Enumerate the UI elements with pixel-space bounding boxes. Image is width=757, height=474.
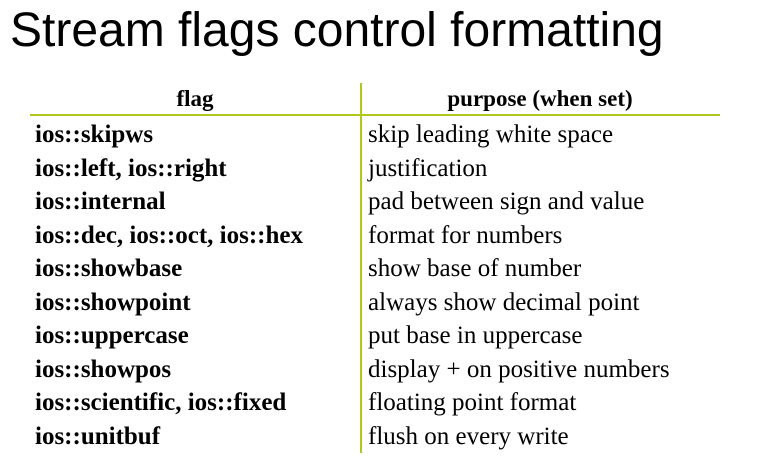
purpose-cell: pad between sign and value (368, 188, 645, 215)
purpose-cell: show base of number (368, 255, 582, 282)
table-header-row: flag purpose (when set) (30, 83, 720, 114)
flag-cell: ios::dec, ios::oct, ios::hex (35, 221, 303, 249)
table-row: ios::showbase show base of number (30, 252, 720, 286)
table-row: ios::unitbuf flush on every write (30, 420, 720, 454)
header-divider (30, 114, 720, 116)
table-row: ios::showpos display + on positive numbe… (30, 353, 720, 387)
flag-cell: ios::uppercase (35, 322, 189, 349)
purpose-cell: flush on every write (368, 422, 569, 450)
purpose-cell: justification (368, 154, 488, 182)
table-row: ios::scientific, ios::fixed floating poi… (30, 386, 720, 420)
table-row: ios::dec, ios::oct, ios::hex format for … (30, 219, 720, 253)
purpose-cell: floating point format (368, 389, 577, 416)
flag-cell: ios::left, ios::right (35, 154, 227, 182)
table-row: ios::internal pad between sign and value (30, 185, 720, 219)
header-flag: flag (176, 86, 214, 111)
flag-cell: ios::skipws (35, 121, 154, 148)
flags-table: flag purpose (when set) ios::skipws skip… (30, 83, 720, 453)
flag-cell: ios::scientific, ios::fixed (35, 389, 287, 416)
purpose-cell: skip leading white space (368, 121, 614, 148)
table-row: ios::skipws skip leading white space (30, 118, 720, 152)
table-row: ios::uppercase put base in uppercase (30, 319, 720, 353)
purpose-cell: put base in uppercase (368, 322, 583, 349)
table-body: ios::skipws skip leading white space ios… (30, 118, 720, 453)
table-row: ios::left, ios::right justification (30, 152, 720, 186)
header-purpose: purpose (when set) (447, 86, 633, 111)
flag-cell: ios::showbase (35, 255, 183, 282)
purpose-cell: format for numbers (368, 221, 563, 249)
flag-cell: ios::showpos (35, 355, 172, 383)
flag-cell: ios::showpoint (35, 288, 191, 316)
flag-cell: ios::unitbuf (35, 422, 161, 450)
slide-title: Stream flags control formatting (10, 4, 664, 57)
purpose-cell: always show decimal point (368, 288, 640, 316)
flag-cell: ios::internal (35, 188, 166, 215)
purpose-cell: display + on positive numbers (368, 355, 670, 383)
table-row: ios::showpoint always show decimal point (30, 286, 720, 320)
